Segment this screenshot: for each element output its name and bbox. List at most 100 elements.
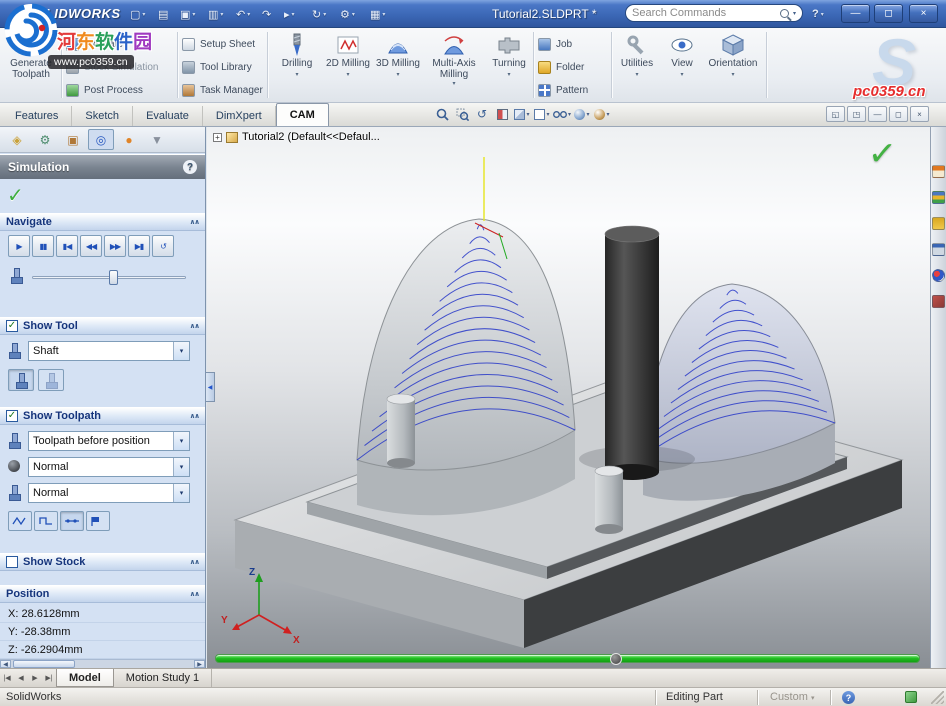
configuration-manager-tab[interactable]: ▣ [60,129,86,150]
collapse-pane-button[interactable]: ◱ [826,106,845,122]
pause-button[interactable]: ▮▮ [32,235,54,257]
tool-display-select[interactable]: Shaft ▾ [28,341,190,361]
view-palette-icon[interactable] [932,243,945,256]
2d-milling-button[interactable]: 2D Milling ▾ [324,31,372,101]
ok-button[interactable]: ✓ [7,183,24,208]
show-toolpath-section-header[interactable]: ✓ Show Toolpath ∧∧ [0,407,205,425]
custom-properties-icon[interactable] [932,295,945,308]
search-icon[interactable] [780,9,789,18]
file-explorer-folder-icon[interactable] [932,217,945,230]
show-stock-checkbox[interactable] [6,556,18,568]
simulation-speed-slider[interactable] [32,267,186,287]
search-input[interactable] [632,7,776,19]
title-bar[interactable]: SOLIDWORKS ▢▾ ▤ ▣▾ ▥▾ ↶▾ ↷ ▸▾ ↻▾ ⚙▾ ▦▾ T… [0,0,946,28]
appearances-ball-icon[interactable] [932,269,945,282]
setup-sheet-button[interactable]: Setup Sheet [182,36,255,52]
step-back-button[interactable]: ◀◀ [80,235,102,257]
tab-features[interactable]: Features [2,106,72,126]
post-process-button[interactable]: Post Process [66,82,143,98]
chevron-down-icon[interactable]: ▾ [662,71,702,78]
tab-dimxpert[interactable]: DimXpert [203,106,276,126]
edit-appearance-button[interactable]: ▾ [572,105,592,123]
cam-tree-tab[interactable]: ◎ [88,129,114,150]
help-icon[interactable]: ? [183,160,197,174]
pattern-button[interactable]: Pattern [538,82,588,98]
display-style-button[interactable]: ▾ [532,105,552,123]
toolpath-display-select[interactable]: Toolpath before position ▾ [28,431,190,451]
tab-motion-study[interactable]: Motion Study 1 [114,669,212,687]
chevron-down-icon[interactable]: ▾ [173,458,189,476]
panel-collapse-splitter[interactable]: ◀ [206,372,215,402]
tab-scroll-last-button[interactable]: ▶| [42,669,56,687]
scroll-right-icon[interactable]: ▶ [194,660,205,668]
show-tool-checkbox[interactable]: ✓ [6,320,18,332]
task-manager-button[interactable]: Task Manager [182,82,263,98]
save-button[interactable]: ▣▾ [180,6,195,22]
options-button[interactable]: ⚙▾ [340,6,355,22]
status-units-select[interactable]: Custom ▾ [770,691,814,703]
progress-handle[interactable] [610,653,622,665]
zoom-area-button[interactable] [452,105,472,123]
hide-show-items-button[interactable]: ▾ [552,105,572,123]
step-to-end-button[interactable]: ▶▮ [128,235,150,257]
job-button[interactable]: Job [538,36,572,52]
status-help-icon[interactable]: ? [842,691,855,704]
toolpath-option-button-4[interactable] [86,511,110,531]
multi-axis-milling-button[interactable]: Multi-Axis Milling ▾ [424,31,484,101]
simulate-button[interactable]: Simulate [66,36,123,52]
navigate-section-header[interactable]: Navigate ∧∧ [0,213,205,231]
expand-pane-button[interactable]: ◳ [847,106,866,122]
slider-thumb[interactable] [109,270,118,285]
utilities-button[interactable]: Utilities ▾ [614,31,660,101]
play-button[interactable]: ▶ [8,235,30,257]
maximize-button[interactable]: ◻ [874,4,903,23]
position-section-header[interactable]: Position ∧∧ [0,585,205,603]
view-button[interactable]: View ▾ [662,31,702,101]
redo-button[interactable]: ↷ [262,6,271,22]
chevron-down-icon[interactable]: ▾ [173,484,189,502]
loop-button[interactable]: ↺ [152,235,174,257]
resources-home-icon[interactable] [932,165,945,178]
zoom-fit-button[interactable] [432,105,452,123]
undo-button[interactable]: ↶▾ [236,6,250,22]
close-button[interactable]: × [909,4,938,23]
tab-model[interactable]: Model [56,669,114,687]
print-button[interactable]: ▥▾ [208,6,223,22]
collapse-chevron-icon[interactable]: ∧∧ [190,218,199,226]
status-tag-icon[interactable] [905,691,917,703]
generate-toolpath-button[interactable]: ⚙ Generate Toolpath [2,31,60,101]
scrollbar-thumb[interactable] [13,660,75,668]
feature-tree-tab[interactable]: ◈ [4,129,30,150]
doc-minimize-button[interactable]: — [868,106,887,122]
model-scene[interactable]: Z X Y [207,127,930,668]
minimize-button[interactable]: — [841,4,870,23]
command-search[interactable]: ▾ [625,4,803,22]
help-button[interactable]: ?▾ [812,6,824,22]
panel-horizontal-scrollbar[interactable]: ◀ ▶ [0,659,205,668]
drilling-button[interactable]: Drilling ▾ [272,31,322,101]
scroll-left-icon[interactable]: ◀ [0,660,11,668]
chevron-down-icon[interactable]: ▾ [793,10,796,17]
tab-sketch[interactable]: Sketch [72,106,133,126]
tab-cam[interactable]: CAM [276,103,329,126]
view-orientation-button[interactable]: ▾ [512,105,532,123]
tool-library-button[interactable]: Tool Library [182,59,252,75]
view-settings-button[interactable]: ▾ [592,105,612,123]
show-tool-section-header[interactable]: ✓ Show Tool ∧∧ [0,317,205,335]
tree-expand-icon[interactable]: + [213,133,222,142]
shaded-tool-button[interactable] [8,369,34,391]
toolpath-option-button-2[interactable] [34,511,58,531]
display-manager-tab[interactable]: ● [116,129,142,150]
open-document-button[interactable]: ▤ [158,6,168,22]
doc-restore-button[interactable]: ◻ [889,106,908,122]
feature-tree-overlay[interactable]: + Tutorial2 (Default<<Defaul... [213,131,380,143]
chevron-down-icon[interactable]: ▾ [173,342,189,360]
tab-scroll-prev-button[interactable]: ◀ [14,669,28,687]
collapse-chevron-icon[interactable]: ∧∧ [190,322,199,330]
orientation-button[interactable]: Orientation ▾ [704,31,762,101]
chevron-down-icon[interactable]: ▾ [173,432,189,450]
tab-scroll-next-button[interactable]: ▶ [28,669,42,687]
doc-close-button[interactable]: × [910,106,929,122]
resize-grip[interactable] [931,691,944,704]
step-forward-button[interactable]: ▶▶ [104,235,126,257]
